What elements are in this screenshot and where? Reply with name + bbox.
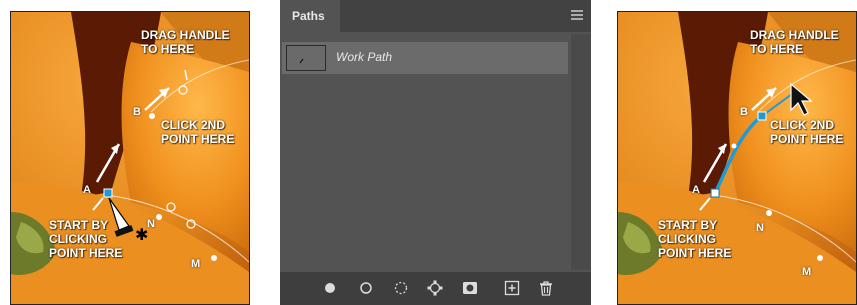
panel-tab-bar: Paths — [280, 0, 591, 32]
tutorial-image-start: ✱ DRAG HANDLE TO HERE CLICK 2ND POINT HE… — [10, 11, 250, 305]
point-a-label: A — [692, 184, 700, 196]
panel-menu-icon[interactable] — [571, 10, 583, 20]
fill-path-icon[interactable] — [322, 280, 338, 296]
point-m-label: M — [802, 266, 812, 278]
path-name[interactable]: Work Path — [336, 50, 392, 64]
paths-panel: Paths Work Path — [280, 0, 591, 305]
panel-scrollbar[interactable] — [571, 34, 591, 270]
load-selection-icon[interactable] — [393, 280, 409, 296]
path-list-item[interactable]: Work Path — [282, 42, 568, 74]
point-b-label: B — [740, 106, 748, 118]
click-second-point-label: CLICK 2ND POINT HERE — [770, 118, 844, 146]
point-m-label: M — [191, 258, 201, 270]
trash-icon[interactable] — [538, 280, 554, 296]
add-mask-icon[interactable] — [462, 280, 478, 296]
drag-handle-label: DRAG HANDLE TO HERE — [750, 28, 839, 56]
tutorial-image-result: DRAG HANDLE TO HERE CLICK 2ND POINT HERE… — [617, 11, 857, 305]
point-n-label: N — [147, 218, 155, 230]
point-b-label: B — [133, 106, 141, 118]
point-a-label: A — [83, 184, 91, 196]
new-path-icon[interactable] — [504, 280, 520, 296]
panel-toolbar — [280, 272, 591, 305]
path-thumbnail — [286, 45, 326, 71]
click-second-point-label: CLICK 2ND POINT HERE — [161, 118, 235, 146]
tab-paths[interactable]: Paths — [280, 0, 340, 32]
start-point-label: START BY CLICKING POINT HERE — [658, 218, 732, 260]
drag-handle-label: DRAG HANDLE TO HERE — [141, 28, 230, 56]
stroke-path-icon[interactable] — [358, 280, 374, 296]
point-n-label: N — [756, 222, 764, 234]
start-point-label: START BY CLICKING POINT HERE — [49, 218, 123, 260]
make-work-path-icon[interactable] — [427, 280, 443, 296]
